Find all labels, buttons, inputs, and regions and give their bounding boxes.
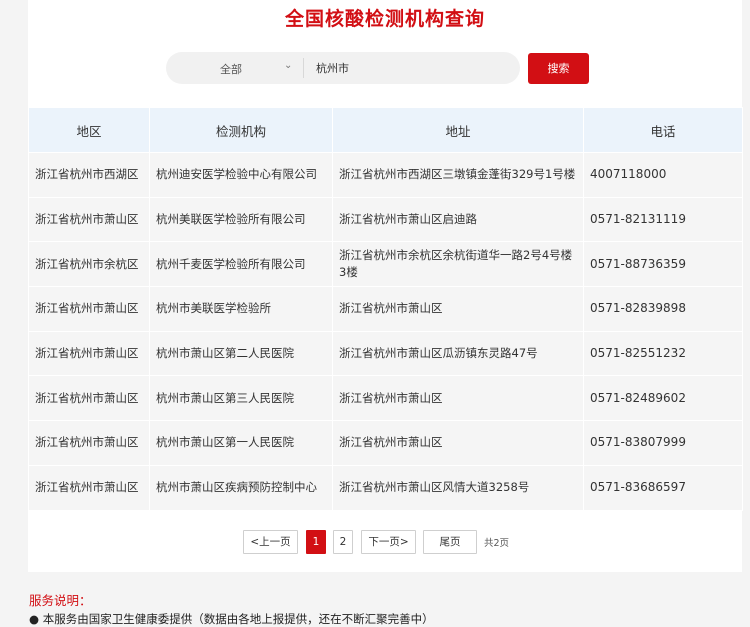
search-input[interactable] (316, 58, 506, 78)
results-table: 地区 检测机构 地址 电话 浙江省杭州市西湖区 杭州迪安医学检验中心有限公司 浙… (28, 107, 743, 511)
header-address: 地址 (332, 107, 584, 153)
cell-region: 浙江省杭州市余杭区 (28, 241, 150, 288)
cell-region: 浙江省杭州市西湖区 (28, 152, 150, 198)
cell-phone: 0571-83686597 (583, 464, 743, 511)
cell-region: 浙江省杭州市萧山区 (28, 420, 150, 466)
prev-page-button[interactable]: <上一页 (243, 530, 298, 554)
cell-region: 浙江省杭州市萧山区 (28, 330, 150, 377)
header-institution: 检测机构 (149, 107, 333, 153)
notice-title: 服务说明： (29, 593, 92, 608)
cell-institution: 杭州市萧山区第三人民医院 (149, 375, 333, 422)
search-bar: 全部 ⌄ (166, 52, 520, 84)
cell-region: 浙江省杭州市萧山区 (28, 196, 150, 243)
cell-address: 浙江省杭州市萧山区风情大道3258号 (332, 464, 584, 511)
cell-phone: 0571-82131119 (583, 196, 743, 243)
cell-phone: 0571-82489602 (583, 375, 743, 422)
region-select[interactable]: 全部 ⌄ (166, 52, 303, 84)
cell-institution: 杭州市美联医学检验所 (149, 286, 333, 332)
cell-institution: 杭州市萧山区第二人民医院 (149, 330, 333, 377)
table-row: 浙江省杭州市萧山区 杭州市萧山区第一人民医院 浙江省杭州市萧山区 0571-83… (28, 420, 743, 466)
next-page-button[interactable]: 下一页> (361, 530, 416, 554)
cell-region: 浙江省杭州市萧山区 (28, 375, 150, 422)
table-row: 浙江省杭州市萧山区 杭州市萧山区疾病预防控制中心 浙江省杭州市萧山区风情大道32… (28, 464, 743, 511)
cell-institution: 杭州迪安医学检验中心有限公司 (149, 152, 333, 198)
table-row: 浙江省杭州市萧山区 杭州美联医学检验所有限公司 浙江省杭州市萧山区启迪路 057… (28, 196, 743, 243)
divider (303, 58, 304, 78)
cell-region: 浙江省杭州市萧山区 (28, 286, 150, 332)
page-button-1[interactable]: 1 (306, 530, 326, 554)
cell-address: 浙江省杭州市萧山区 (332, 286, 584, 332)
last-page-button[interactable]: 尾页 (423, 530, 477, 554)
pagination: <上一页 1 2 下一页> 尾页 共2页 (28, 530, 742, 556)
cell-phone: 4007118000 (583, 152, 743, 198)
cell-address: 浙江省杭州市西湖区三墩镇金蓬街329号1号楼 (332, 152, 584, 198)
page-total: 共2页 (484, 538, 510, 549)
table-row: 浙江省杭州市萧山区 杭州市美联医学检验所 浙江省杭州市萧山区 0571-8283… (28, 286, 743, 332)
chevron-down-icon: ⌄ (284, 60, 293, 71)
region-select-value: 全部 (220, 63, 242, 76)
notice-item: ● 本服务由国家卫生健康委提供（数据由各地上报提供，还在不断汇聚完善中） (29, 612, 434, 626)
cell-address: 浙江省杭州市萧山区 (332, 420, 584, 466)
cell-institution: 杭州市萧山区疾病预防控制中心 (149, 464, 333, 511)
cell-address: 浙江省杭州市萧山区瓜沥镇东灵路47号 (332, 330, 584, 377)
cell-institution: 杭州千麦医学检验所有限公司 (149, 241, 333, 288)
table-row: 浙江省杭州市余杭区 杭州千麦医学检验所有限公司 浙江省杭州市余杭区余杭街道华一路… (28, 241, 743, 288)
cell-phone: 0571-88736359 (583, 241, 743, 288)
cell-phone: 0571-82551232 (583, 330, 743, 377)
table-row: 浙江省杭州市萧山区 杭州市萧山区第二人民医院 浙江省杭州市萧山区瓜沥镇东灵路47… (28, 330, 743, 377)
cell-region: 浙江省杭州市萧山区 (28, 464, 150, 511)
cell-phone: 0571-82839898 (583, 286, 743, 332)
cell-address: 浙江省杭州市萧山区 (332, 375, 584, 422)
main-panel: 全国核酸检测机构查询 全部 ⌄ 搜索 地区 检测机构 地址 电话 浙江省杭州市西… (28, 0, 743, 572)
cell-phone: 0571-83807999 (583, 420, 743, 466)
cell-address: 浙江省杭州市余杭区余杭街道华一路2号4号楼3楼 (332, 241, 584, 288)
cell-address: 浙江省杭州市萧山区启迪路 (332, 196, 584, 243)
cell-institution: 杭州美联医学检验所有限公司 (149, 196, 333, 243)
page-button-2[interactable]: 2 (333, 530, 353, 554)
table-row: 浙江省杭州市西湖区 杭州迪安医学检验中心有限公司 浙江省杭州市西湖区三墩镇金蓬街… (28, 152, 743, 198)
table-header-row: 地区 检测机构 地址 电话 (28, 107, 743, 153)
header-phone: 电话 (583, 107, 743, 153)
table-row: 浙江省杭州市萧山区 杭州市萧山区第三人民医院 浙江省杭州市萧山区 0571-82… (28, 375, 743, 422)
search-button[interactable]: 搜索 (528, 53, 589, 84)
header-region: 地区 (28, 107, 150, 153)
cell-institution: 杭州市萧山区第一人民医院 (149, 420, 333, 466)
page-title: 全国核酸检测机构查询 (284, 8, 485, 30)
